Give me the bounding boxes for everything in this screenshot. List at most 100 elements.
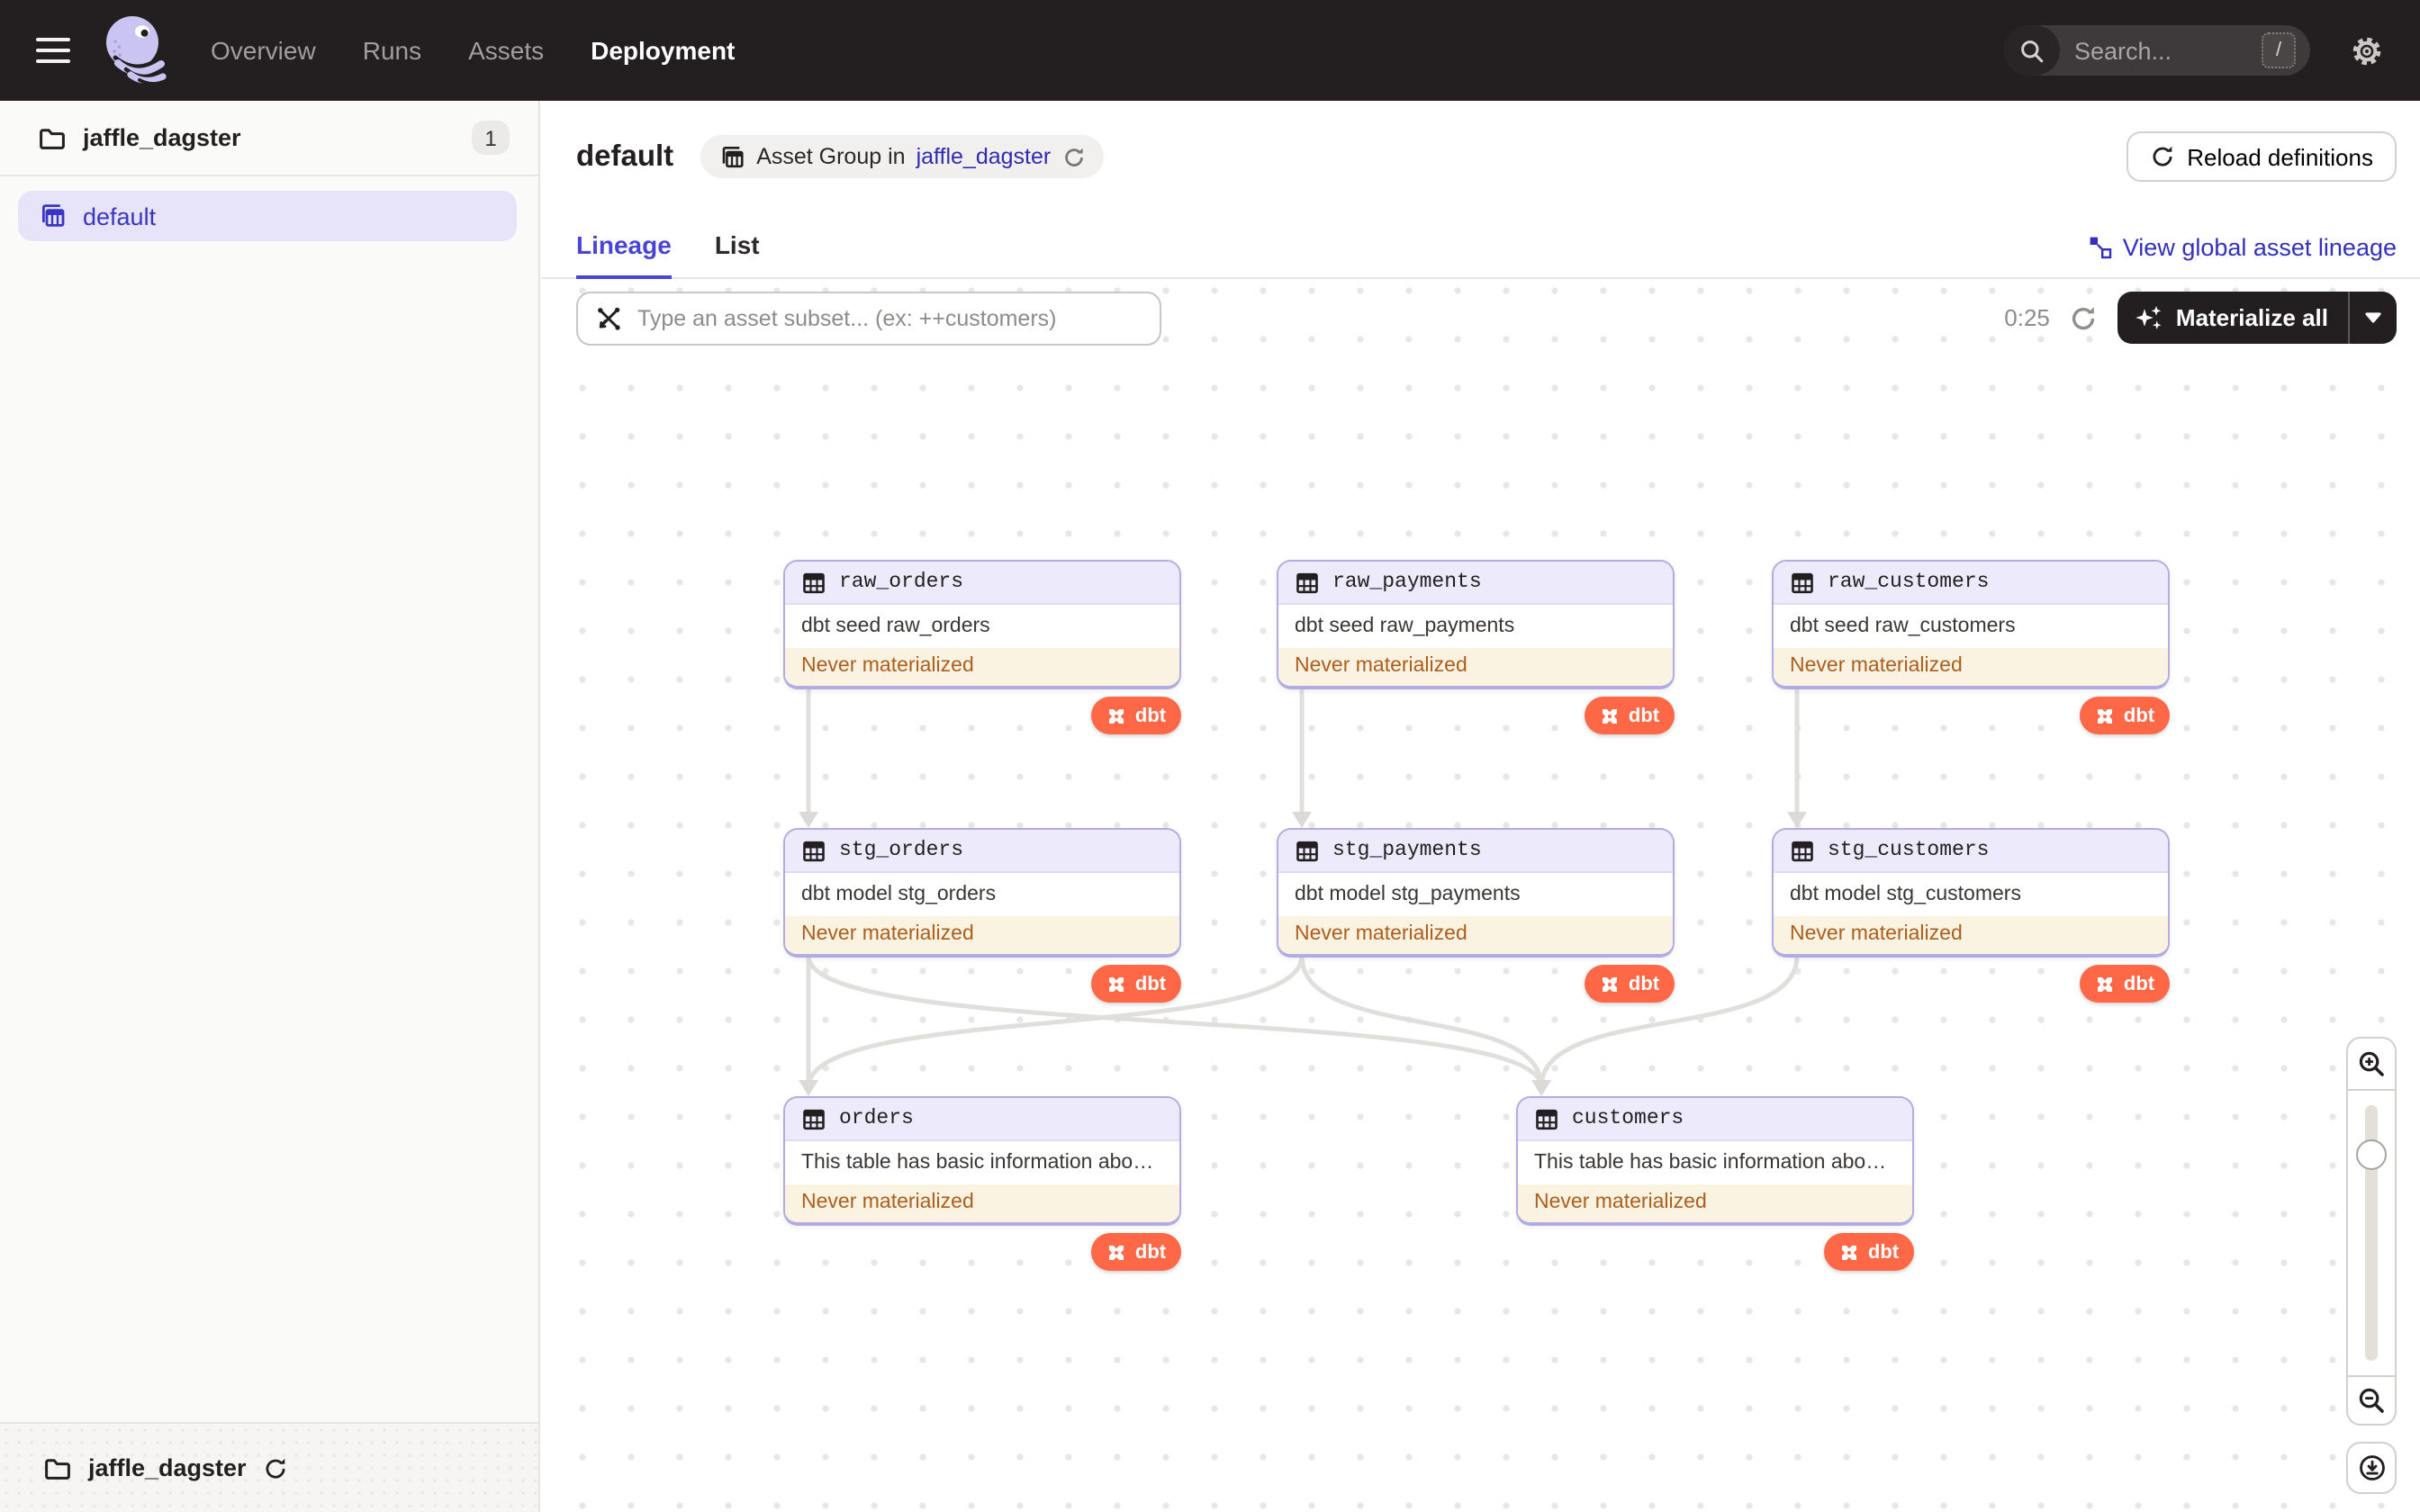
dbt-badge: dbt [2080,697,2170,734]
tag-repo-link[interactable]: jaffle_dagster [917,144,1052,169]
dbt-badge-label: dbt [1628,705,1660,726]
asset-group-tag: Asset Group in jaffle_dagster [700,135,1104,178]
asset-description: dbt model stg_orders [801,884,997,905]
asset-node-header: raw_payments [1278,562,1673,605]
dbt-logo-icon [1109,976,1124,991]
refresh-icon[interactable] [263,1455,288,1480]
asset-name: stg_orders [839,839,964,862]
zoom-controls [2346,1037,2397,1494]
asset-status: Never materialized [1278,916,1673,954]
dbt-badge-label: dbt [2123,973,2155,994]
tab-list[interactable]: List [715,230,760,277]
zoom-slider-handle[interactable] [2356,1139,2387,1170]
asset-description: dbt seed raw_orders [801,616,990,637]
tag-prefix: Asset Group in [756,144,906,169]
asset-status: Never materialized [1774,648,2168,686]
app-window: Overview Runs Assets Deployment / [0,0,2420,1512]
asset-name: customers [1572,1107,1684,1130]
nav-item-overview[interactable]: Overview [211,36,316,65]
asset-node-customers[interactable]: customers This table has basic informatio… [1516,1096,1914,1226]
asset-description: This table has basic information about .… [1534,1152,1906,1174]
zoom-out-icon [2359,1388,2384,1413]
tab-lineage[interactable]: Lineage [576,230,672,279]
reload-definitions-label: Reload definitions [2187,143,2373,170]
search-input[interactable] [2060,37,2262,64]
main-content: default Asset Group in jaffle_dagster Re… [542,101,2420,1512]
menu-icon[interactable] [36,38,70,63]
dbt-badge-label: dbt [1628,973,1660,994]
asset-status: Never materialized [1774,916,2168,954]
tab-bar: Lineage List View global asset lineage [542,212,2420,279]
asset-status: Never materialized [785,648,1179,686]
refresh-timer: 0:25 [2004,304,2050,331]
asset-node-stg_payments[interactable]: stg_payments dbt model stg_payments Never … [1277,828,1675,958]
table-icon [1296,572,1318,593]
settings-gear-icon[interactable] [2350,33,2384,68]
asset-node-header: stg_payments [1278,830,1673,873]
zoom-in-button[interactable] [2346,1037,2397,1091]
refresh-icon[interactable] [2070,303,2099,332]
dbt-badge-label: dbt [1867,1241,1900,1263]
dbt-badge: dbt [1091,697,1181,734]
sparkle-icon [2136,306,2163,329]
asset-node-header: stg_orders [785,830,1179,873]
view-global-asset-lineage-link[interactable]: View global asset lineage [2089,234,2397,277]
top-nav: Overview Runs Assets Deployment / [0,0,2420,101]
zoom-out-button[interactable] [2346,1375,2397,1426]
table-icon [1296,840,1318,861]
dbt-badge: dbt [1585,697,1675,734]
nav-item-assets[interactable]: Assets [468,36,544,65]
asset-group-icon [42,204,65,227]
table-icon [1792,840,1813,861]
asset-status: Never materialized [785,916,1179,954]
asset-name: raw_orders [839,571,964,594]
view-global-asset-lineage-label: View global asset lineage [2122,234,2397,261]
asset-node-header: customers [1518,1098,1912,1141]
dbt-badge: dbt [1824,1233,1914,1271]
asset-node-stg_customers[interactable]: stg_customers dbt model stg_customers Neve… [1772,828,2170,958]
nav-item-deployment[interactable]: Deployment [591,36,735,65]
dbt-badge-label: dbt [1134,1241,1167,1263]
materialize-dropdown-caret[interactable] [2350,292,2397,344]
sidebar-item-label: default [83,202,157,230]
asset-node-orders[interactable]: orders This table has basic information a… [783,1096,1181,1226]
dbt-logo-icon [1109,1245,1124,1259]
asset-name: raw_customers [1828,571,1990,594]
asset-node-raw_customers[interactable]: raw_customers dbt seed raw_customers Never… [1772,560,2170,689]
sidebar-footer: jaffle_dagster [0,1422,538,1512]
asset-subset-input[interactable] [576,292,1161,346]
asset-group-icon [722,146,744,167]
reload-definitions-button[interactable]: Reload definitions [2126,131,2397,182]
lineage-graph-canvas[interactable]: raw_ordersdbt seed raw_orders Never mater… [542,279,2420,1512]
search-shortcut-badge: / [2262,32,2296,68]
dagster-logo-icon[interactable] [103,13,167,88]
asset-description: dbt seed raw_payments [1295,616,1515,637]
dbt-badge-label: dbt [2123,705,2155,726]
nav-item-runs[interactable]: Runs [363,36,421,65]
dbt-badge-label: dbt [1134,705,1167,726]
asset-filter [576,292,1161,346]
asset-status: Never materialized [1518,1184,1912,1222]
zoom-slider[interactable] [2346,1091,2397,1375]
asset-name: raw_payments [1332,571,1482,594]
asset-node-header: stg_customers [1774,830,2168,873]
refresh-icon[interactable] [1061,145,1085,168]
dbt-logo-icon [2098,708,2113,723]
sidebar-item-default-group[interactable]: default [18,191,517,241]
asset-node-raw_payments[interactable]: raw_payments dbt seed raw_payments Never m… [1277,560,1675,689]
page-header: default Asset Group in jaffle_dagster Re… [542,101,2420,212]
asset-description: This table has basic information about .… [801,1152,1173,1174]
dbt-badge: dbt [2080,965,2170,1003]
search-box[interactable]: / [2004,25,2310,76]
dbt-logo-icon [2098,976,2113,991]
sidebar-repo-row[interactable]: jaffle_dagster 1 [0,101,538,176]
asset-node-header: raw_customers [1774,562,2168,605]
asset-name: orders [839,1107,914,1130]
nav-items: Overview Runs Assets Deployment [211,36,735,65]
materialize-all-button[interactable]: Materialize all [2118,292,2397,344]
dbt-badge: dbt [1585,965,1675,1003]
dbt-logo-icon [1842,1245,1857,1259]
asset-node-raw_orders[interactable]: raw_ordersdbt seed raw_orders Never mater… [783,560,1181,689]
download-image-button[interactable] [2346,1442,2397,1494]
asset-node-stg_orders[interactable]: stg_ordersdbt model stg_orders Never mate… [783,828,1181,958]
